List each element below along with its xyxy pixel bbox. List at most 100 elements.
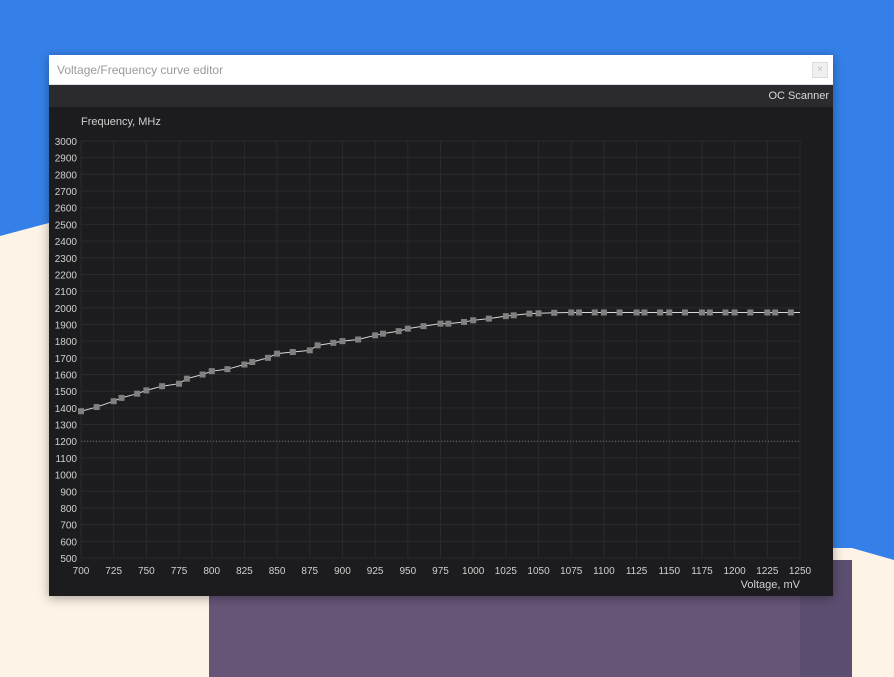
- x-tick-label: 1200: [724, 566, 747, 577]
- title-bar[interactable]: Voltage/Frequency curve editor ×: [49, 55, 833, 85]
- curve-point[interactable]: [289, 349, 296, 356]
- x-axis-tick-labels: 700 725 750 775 800 825 850 875 900 925 950 975 1000…: [73, 566, 812, 577]
- y-tick-label: 2800: [55, 170, 78, 181]
- curve-point[interactable]: [274, 350, 281, 357]
- curve-point[interactable]: [591, 309, 598, 316]
- curve-point[interactable]: [445, 320, 452, 327]
- curve-point[interactable]: [208, 368, 215, 375]
- y-tick-label: 1600: [55, 371, 78, 382]
- curve-point[interactable]: [747, 309, 754, 316]
- curve-point[interactable]: [535, 310, 542, 317]
- curve-point[interactable]: [772, 309, 779, 316]
- curve-point[interactable]: [576, 309, 583, 316]
- y-tick-label: 2500: [55, 220, 78, 231]
- curve-point[interactable]: [502, 313, 509, 320]
- y-tick-label: 2600: [55, 204, 78, 215]
- y-tick-label: 1900: [55, 320, 78, 331]
- curve-point[interactable]: [264, 354, 271, 361]
- curve-point[interactable]: [706, 309, 713, 316]
- curve-point[interactable]: [199, 371, 206, 378]
- x-tick-label: 1100: [593, 566, 615, 577]
- curve-point[interactable]: [395, 328, 402, 335]
- curve-point[interactable]: [355, 336, 362, 343]
- y-tick-label: 2300: [55, 254, 78, 265]
- close-button[interactable]: ×: [812, 62, 828, 78]
- curve-point[interactable]: [379, 330, 386, 337]
- curve-point[interactable]: [110, 398, 117, 405]
- curve-point[interactable]: [616, 309, 623, 316]
- curve-point[interactable]: [470, 317, 477, 324]
- curve-point[interactable]: [176, 380, 183, 387]
- curve-point[interactable]: [633, 309, 640, 316]
- curve-point[interactable]: [698, 309, 705, 316]
- vf-curve-chart[interactable]: 500 600 700 800 900 1000 1100 1200 1300 1400 1500 1…: [49, 107, 833, 596]
- curve-point[interactable]: [681, 309, 688, 316]
- curve-point[interactable]: [78, 408, 84, 415]
- curve-point[interactable]: [306, 347, 313, 354]
- y-tick-label: 1100: [55, 454, 77, 465]
- y-tick-label: 1000: [55, 471, 78, 482]
- y-tick-label: 1300: [55, 421, 78, 432]
- curve-point[interactable]: [143, 387, 150, 394]
- curve-point[interactable]: [657, 309, 664, 316]
- x-tick-label: 1175: [691, 566, 713, 577]
- curve-point[interactable]: [551, 309, 558, 316]
- y-tick-label: 2000: [55, 304, 78, 315]
- curve-point[interactable]: [372, 332, 379, 339]
- curve-point[interactable]: [159, 383, 166, 390]
- curve-point[interactable]: [339, 338, 346, 345]
- y-tick-label: 3000: [55, 137, 78, 148]
- curve-point[interactable]: [787, 309, 794, 316]
- curve-editor-window: Voltage/Frequency curve editor × OC Scan…: [49, 55, 833, 596]
- curve-point[interactable]: [731, 309, 738, 316]
- x-tick-label: 925: [367, 566, 384, 577]
- curve-point[interactable]: [764, 309, 771, 316]
- x-tick-label: 800: [203, 566, 220, 577]
- y-tick-label: 1200: [55, 437, 78, 448]
- curve-point[interactable]: [568, 309, 575, 316]
- curve-point[interactable]: [118, 394, 125, 401]
- x-tick-label: 775: [171, 566, 188, 577]
- curve-point[interactable]: [526, 310, 533, 317]
- y-tick-label: 2900: [55, 154, 78, 165]
- x-tick-label: 1225: [756, 566, 779, 577]
- curve-point[interactable]: [404, 325, 411, 332]
- curve-point[interactable]: [249, 359, 256, 366]
- y-tick-label: 2700: [55, 187, 78, 198]
- x-tick-label: 1025: [495, 566, 518, 577]
- x-axis-title: Voltage, mV: [741, 579, 801, 591]
- x-tick-label: 975: [432, 566, 449, 577]
- oc-scanner-button[interactable]: OC Scanner: [768, 90, 829, 102]
- curve-point[interactable]: [420, 323, 427, 330]
- curve-point[interactable]: [93, 404, 100, 411]
- x-tick-label: 725: [105, 566, 122, 577]
- y-tick-label: 1400: [55, 404, 78, 415]
- curve-point[interactable]: [183, 375, 190, 382]
- x-tick-label: 1250: [789, 566, 812, 577]
- curve-point[interactable]: [461, 318, 468, 325]
- x-tick-label: 850: [269, 566, 286, 577]
- x-tick-label: 1075: [560, 566, 583, 577]
- curve-point[interactable]: [666, 309, 673, 316]
- curve-point[interactable]: [134, 390, 141, 397]
- curve-point[interactable]: [330, 339, 337, 346]
- curve-point[interactable]: [600, 309, 607, 316]
- toolbar: OC Scanner: [49, 85, 833, 107]
- y-tick-label: 2400: [55, 237, 78, 248]
- curve-point[interactable]: [485, 315, 492, 322]
- y-tick-label: 600: [60, 537, 77, 548]
- curve-point[interactable]: [722, 309, 729, 316]
- y-tick-label: 800: [60, 504, 77, 515]
- y-tick-label: 1800: [55, 337, 78, 348]
- y-tick-label: 700: [60, 521, 77, 532]
- curve-point[interactable]: [641, 309, 648, 316]
- curve-point[interactable]: [224, 366, 231, 373]
- x-tick-label: 1125: [626, 566, 648, 577]
- y-axis-title: Frequency, MHz: [81, 116, 161, 128]
- y-tick-label: 900: [60, 487, 77, 498]
- curve-point[interactable]: [510, 312, 517, 319]
- y-tick-label: 500: [60, 554, 77, 565]
- curve-point[interactable]: [437, 320, 444, 327]
- curve-point[interactable]: [314, 342, 321, 349]
- curve-point[interactable]: [241, 361, 248, 368]
